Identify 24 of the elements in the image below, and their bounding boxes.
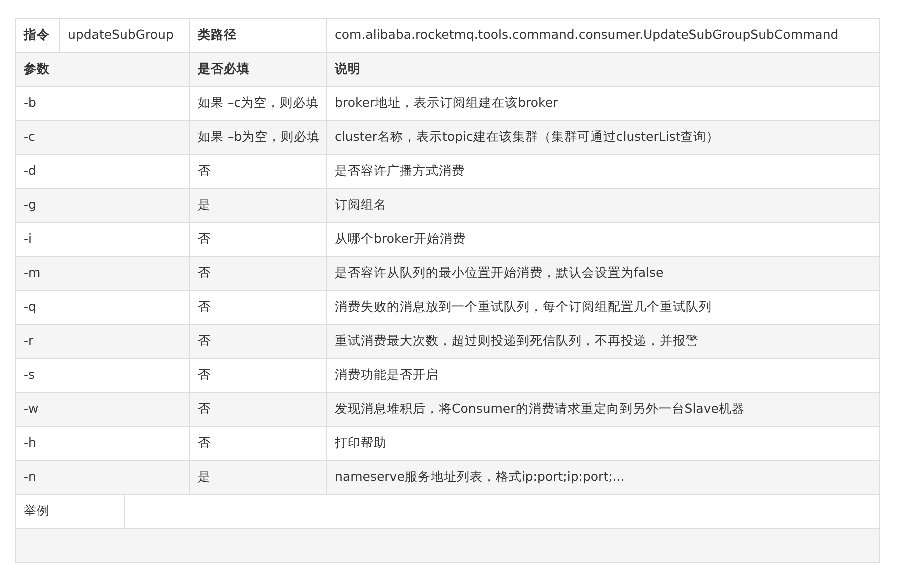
header-cell: 类路径 bbox=[190, 18, 327, 52]
column-header: 是否必填 bbox=[190, 52, 327, 86]
table-cell: -g bbox=[16, 188, 190, 222]
table-cell: -c bbox=[16, 120, 190, 154]
table-cell: -n bbox=[16, 460, 190, 494]
table-cell: -m bbox=[16, 256, 190, 290]
table-cell: com.alibaba.rocketmq.tools.command.consumer.UpdateSubGroupSubCommand bbox=[326, 18, 880, 52]
table-cell: nameserve服务地址列表，格式ip:port;ip:port;... bbox=[326, 460, 880, 494]
table-cell: 是 bbox=[190, 460, 327, 494]
table-cell: 重试消费最大次数，超过则投递到死信队列，不再投递，并报警 bbox=[326, 324, 880, 358]
table-cell: 否 bbox=[190, 324, 327, 358]
table-cell: 否 bbox=[190, 392, 327, 426]
table-cell: 发现消息堆积后，将Consumer的消费请求重定向到另外一台Slave机器 bbox=[326, 392, 880, 426]
table-cell: -w bbox=[16, 392, 190, 426]
table-cell: cluster名称，表示topic建在该集群（集群可通过clusterList查询） bbox=[326, 120, 880, 154]
column-header: 说明 bbox=[326, 52, 880, 86]
table-cell: 如果 –b为空，则必填 bbox=[190, 120, 327, 154]
header-cell: 指令 bbox=[16, 18, 60, 52]
table-cell: 是 bbox=[190, 188, 327, 222]
table-cell: -r bbox=[16, 324, 190, 358]
table-cell: 是否容许从队列的最小位置开始消费，默认会设置为false bbox=[326, 256, 880, 290]
table-cell: 订阅组名 bbox=[326, 188, 880, 222]
column-header: 参数 bbox=[16, 52, 190, 86]
table-cell: 否 bbox=[190, 256, 327, 290]
